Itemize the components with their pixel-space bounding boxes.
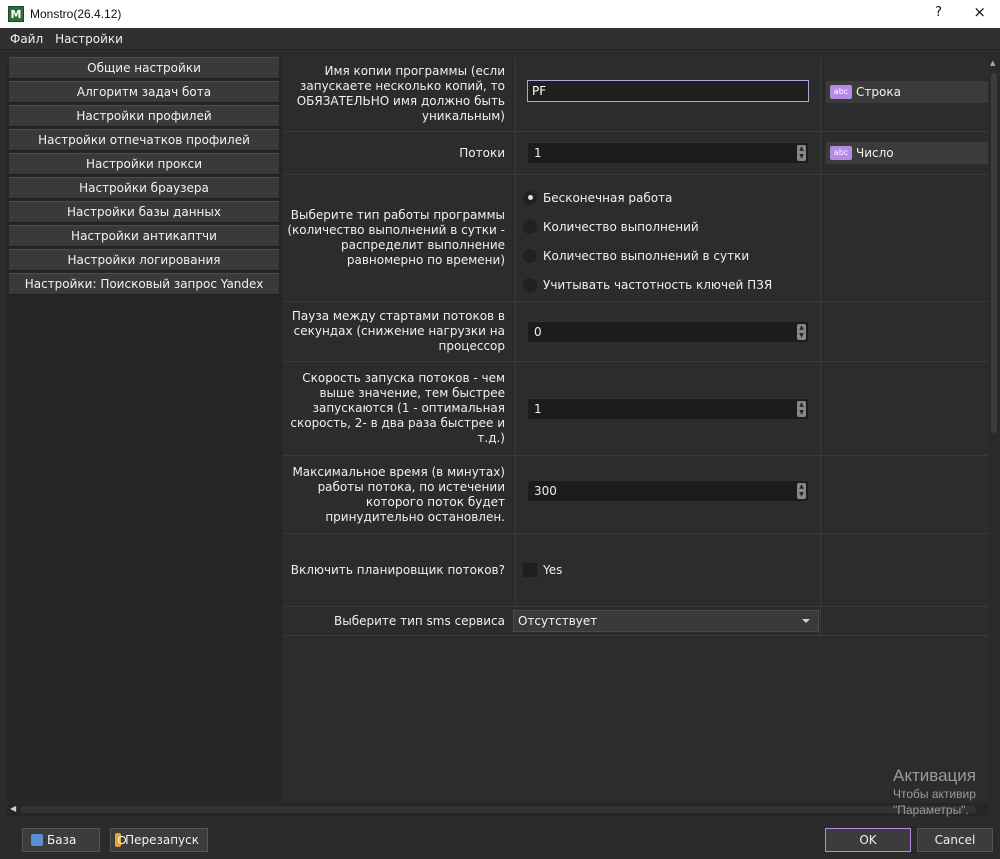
row-speed: Скорость запуска потоков - чем выше знач…	[283, 362, 988, 456]
scroll-left-icon[interactable]: ◀	[10, 804, 16, 813]
threads-label: Потоки	[459, 145, 505, 160]
sms-service-select[interactable]: Отсутствует	[513, 610, 819, 632]
threads-type-badge: abc Число	[826, 142, 988, 164]
radio-unchecked-icon[interactable]	[523, 219, 537, 234]
radio-count-per-day[interactable]: Количество выполнений в сутки	[523, 241, 772, 270]
work-type-label: Выберите тип работы программы (количеств…	[287, 208, 505, 267]
sms-label: Выберите тип sms сервиса	[334, 613, 505, 628]
settings-sidebar: Общие настройки Алгоритм задач бота Наст…	[7, 57, 282, 802]
settings-form: Имя копии программы (если запускаете нес…	[283, 57, 988, 802]
ok-button[interactable]: OK	[825, 828, 911, 852]
copy-name-type-label: Строка	[856, 85, 901, 99]
restart-button[interactable]: Перезапуск	[110, 828, 208, 852]
copy-name-input[interactable]: PF	[527, 80, 809, 102]
watermark-line-1: Чтобы активир	[893, 787, 976, 801]
scheduler-label: Включить планировщик потоков?	[290, 562, 505, 577]
threads-value: 1	[534, 146, 542, 160]
ok-button-label: OK	[859, 833, 877, 847]
sidebar-item-bot-algorithm[interactable]: Алгоритм задач бота	[9, 81, 279, 103]
horizontal-scrollbar[interactable]: ◀	[7, 803, 988, 816]
sidebar-item-browser[interactable]: Настройки браузера	[9, 177, 279, 199]
scheduler-checkbox[interactable]: Yes	[523, 563, 562, 577]
database-button-label: База	[47, 833, 77, 847]
restart-button-label: Перезапуск	[125, 833, 199, 847]
bottom-bar: База Перезапуск OK Cancel	[0, 818, 1000, 859]
sidebar-item-logging[interactable]: Настройки логирования	[9, 249, 279, 271]
menu-settings[interactable]: Настройки	[49, 32, 129, 46]
row-scheduler: Включить планировщик потоков? Yes	[283, 534, 988, 607]
pause-label: Пауза между стартами потоков в секундах …	[291, 309, 505, 353]
work-type-radio-group: Бесконечная работа Количество выполнений…	[523, 183, 772, 299]
row-max-time: Максимальное время (в минутах) работы по…	[283, 456, 988, 534]
cancel-button-label: Cancel	[934, 833, 976, 847]
watermark-title: Активация	[893, 766, 976, 785]
scheduler-checkbox-label: Yes	[543, 563, 563, 577]
sidebar-item-yandex-search[interactable]: Настройки: Поисковый запрос Yandex	[9, 273, 279, 295]
max-time-spinbox[interactable]: 300 ▲ ▼	[527, 480, 809, 502]
sidebar-item-general[interactable]: Общие настройки	[9, 57, 279, 79]
row-sms: Выберите тип sms сервиса Отсутствует	[283, 607, 988, 636]
spin-arrows-icon[interactable]: ▲ ▼	[797, 401, 806, 417]
threads-spinbox[interactable]: 1 ▲ ▼	[527, 142, 809, 164]
radio-count-per-day-label: Количество выполнений в сутки	[543, 248, 750, 263]
spin-arrows-icon[interactable]: ▲ ▼	[797, 324, 806, 340]
database-button[interactable]: База	[22, 828, 100, 852]
watermark-line-2: "Параметры".	[893, 803, 969, 817]
restart-icon	[115, 833, 127, 847]
close-button[interactable]: ×	[973, 3, 986, 21]
radio-infinite-label: Бесконечная работа	[543, 190, 673, 205]
help-button[interactable]: ?	[935, 5, 942, 20]
radio-unchecked-icon[interactable]	[523, 277, 537, 292]
radio-infinite[interactable]: Бесконечная работа	[523, 183, 772, 212]
sidebar-item-database[interactable]: Настройки базы данных	[9, 201, 279, 223]
sidebar-item-proxy[interactable]: Настройки прокси	[9, 153, 279, 175]
sms-service-value: Отсутствует	[518, 614, 598, 628]
checkbox-unchecked-icon[interactable]	[523, 563, 537, 577]
radio-checked-icon[interactable]	[523, 190, 537, 205]
radio-key-frequency[interactable]: Учитывать частотность ключей ПЗЯ	[523, 270, 772, 299]
app-logo-icon: M	[8, 6, 24, 22]
sidebar-item-fingerprints[interactable]: Настройки отпечатков профилей	[9, 129, 279, 151]
row-pause: Пауза между стартами потоков в секундах …	[283, 302, 988, 362]
horizontal-scroll-track[interactable]	[21, 806, 976, 813]
scroll-up-icon[interactable]: ▲	[990, 59, 995, 67]
database-icon	[31, 834, 43, 846]
activation-watermark: Активация Чтобы активир "Параметры".	[893, 766, 976, 818]
vertical-scrollbar[interactable]: ▲	[988, 57, 1000, 802]
menubar: Файл Настройки	[0, 28, 1000, 50]
speed-value: 1	[534, 402, 542, 416]
sidebar-item-profiles[interactable]: Настройки профилей	[9, 105, 279, 127]
menu-file[interactable]: Файл	[0, 32, 49, 46]
copy-name-label: Имя копии программы (если запускаете нес…	[296, 64, 505, 123]
radio-key-frequency-label: Учитывать частотность ключей ПЗЯ	[543, 277, 773, 292]
max-time-value: 300	[534, 484, 557, 498]
speed-spinbox[interactable]: 1 ▲ ▼	[527, 398, 809, 420]
radio-unchecked-icon[interactable]	[523, 248, 537, 263]
spin-arrows-icon[interactable]: ▲ ▼	[797, 483, 806, 499]
text-type-icon: abc	[830, 85, 852, 99]
max-time-label: Максимальное время (в минутах) работы по…	[292, 464, 505, 524]
radio-count[interactable]: Количество выполнений	[523, 212, 772, 241]
pause-value: 0	[534, 325, 542, 339]
sidebar-item-anticaptcha[interactable]: Настройки антикаптчи	[9, 225, 279, 247]
radio-count-label: Количество выполнений	[543, 219, 699, 234]
cancel-button[interactable]: Cancel	[917, 828, 993, 852]
number-type-icon: abc	[830, 146, 852, 160]
row-work-type: Выберите тип работы программы (количеств…	[283, 175, 988, 302]
row-copy-name: Имя копии программы (если запускаете нес…	[283, 57, 988, 132]
threads-type-label: Число	[856, 146, 894, 160]
window-title: Monstro(26.4.12)	[30, 7, 122, 21]
speed-label: Скорость запуска потоков - чем выше знач…	[290, 371, 505, 445]
vertical-scroll-thumb[interactable]	[991, 73, 997, 433]
spin-arrows-icon[interactable]: ▲ ▼	[797, 145, 806, 161]
window-titlebar: M Monstro(26.4.12) ? ×	[0, 0, 1000, 28]
row-threads: Потоки 1 ▲ ▼ abc Число	[283, 132, 988, 175]
dropdown-arrow-icon[interactable]	[802, 619, 810, 623]
pause-spinbox[interactable]: 0 ▲ ▼	[527, 321, 809, 343]
copy-name-type-badge: abc Строка	[826, 81, 988, 103]
